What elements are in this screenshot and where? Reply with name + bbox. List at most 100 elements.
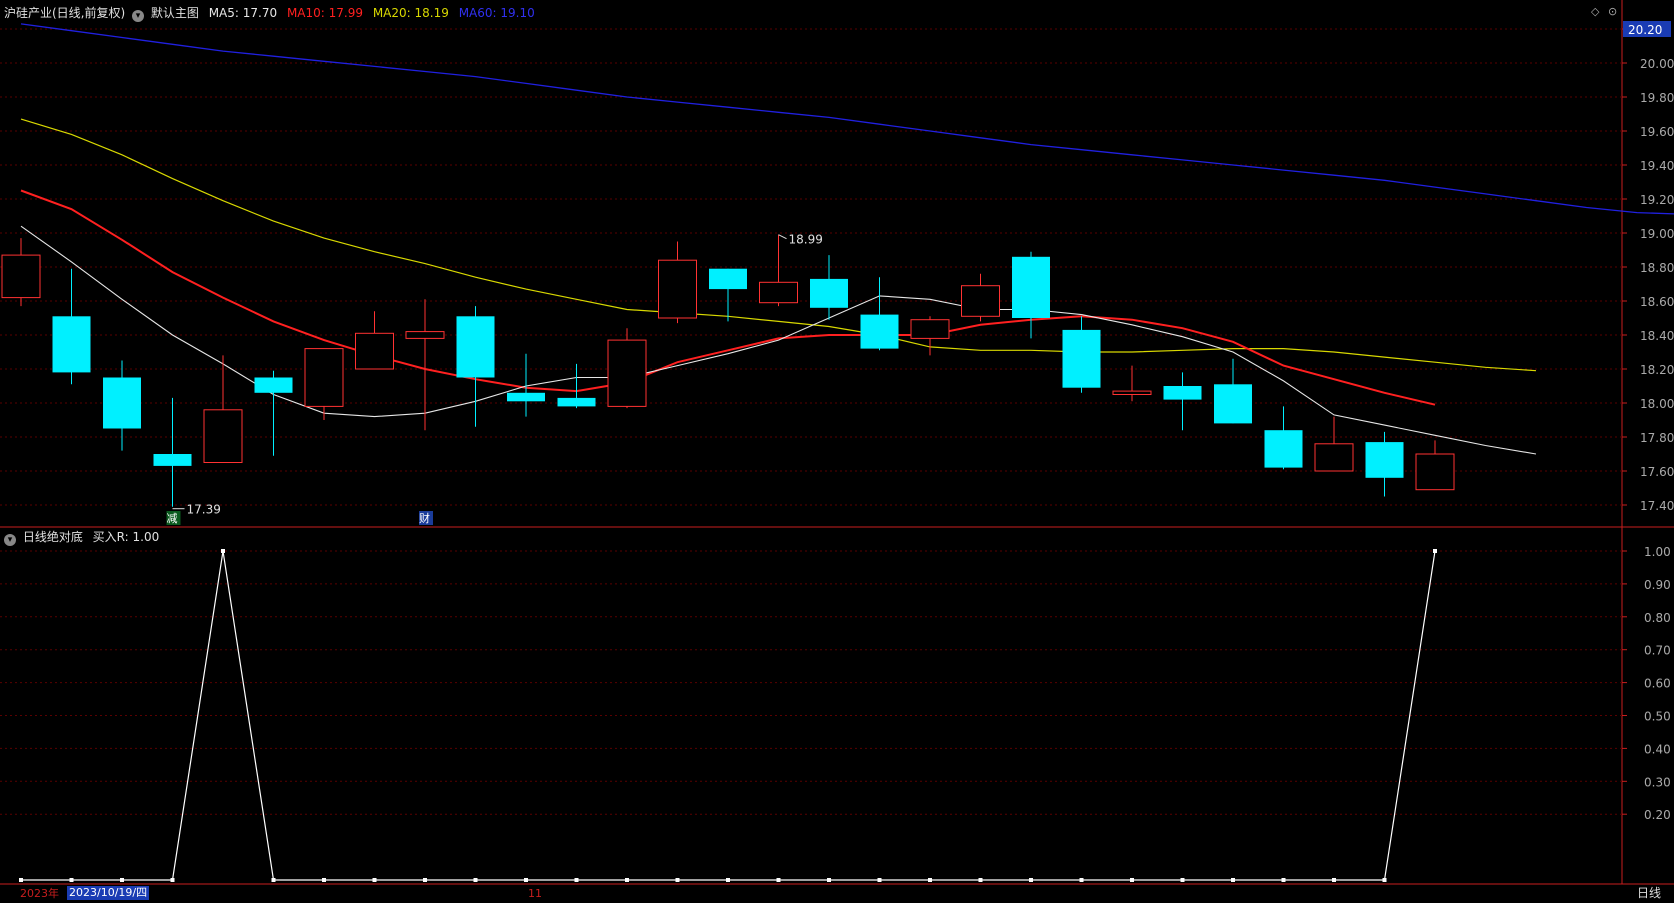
low-price-label: 17.39 [187, 503, 221, 517]
indicator-tick-label: 1.00 [1644, 545, 1671, 559]
price-tick-label: 18.20 [1640, 363, 1674, 377]
candle-body-down [456, 316, 495, 378]
candle-body-down [153, 454, 192, 466]
ma20-value: MA20: 18.19 [372, 6, 449, 20]
indicator-point [928, 878, 932, 882]
indicator-tick-label: 0.70 [1644, 644, 1671, 658]
chevron-down-icon[interactable]: ▾ [132, 10, 145, 22]
indicator-point [322, 878, 326, 882]
price-tick-label: 19.00 [1640, 227, 1674, 241]
ma60-line [20, 23, 1674, 215]
indicator-point [271, 878, 276, 882]
price-tick-label: 18.40 [1640, 329, 1674, 343]
high-price-label: 18.99 [789, 233, 823, 247]
candle-body-up [759, 281, 798, 304]
candle-body-down [1163, 386, 1202, 400]
indicator-point [120, 878, 124, 882]
indicator-tick-label: 0.20 [1644, 808, 1671, 822]
indicator-point [1433, 549, 1437, 553]
indicator-point [1382, 878, 1387, 882]
price-tick-label: 19.40 [1640, 159, 1674, 173]
indicator-point [1180, 878, 1185, 882]
candle-body-down [254, 377, 293, 393]
price-tick-label: 17.60 [1640, 465, 1674, 479]
indicator-point [978, 878, 983, 882]
price-tick-label: 18.80 [1640, 261, 1674, 275]
indicator-point [877, 878, 882, 882]
settings-diamond-icon[interactable]: ◇ [1591, 5, 1599, 18]
indicator-point [69, 878, 74, 882]
indicator-point [524, 878, 528, 882]
finance-marker: 财 [419, 511, 430, 525]
indicator-point [1079, 878, 1084, 882]
indicator-point [221, 549, 225, 553]
indicator-point [170, 878, 175, 882]
candle-body-up [203, 409, 243, 463]
candle-body-up [1415, 453, 1455, 491]
indicator-tick-label: 0.90 [1644, 578, 1671, 592]
candle-body-up [405, 331, 445, 339]
indicator-header: ▾ 日线绝对底 买入R: 1.00 [4, 530, 159, 546]
candle-body-up [1, 254, 41, 299]
candle-body-up [1112, 390, 1152, 396]
indicator-point [625, 878, 629, 882]
price-tick-label: 18.60 [1640, 295, 1674, 309]
price-tick-label: 18.00 [1640, 397, 1674, 411]
candle-body-down [1214, 384, 1252, 424]
indicator-point [827, 878, 831, 882]
indicator-point [473, 878, 478, 882]
main-chart-label[interactable]: 默认主图 [151, 6, 199, 20]
candle-body-down [1012, 256, 1050, 318]
candle-body-down [810, 278, 848, 308]
indicator-name[interactable]: 日线绝对底 [23, 530, 83, 544]
indicator-point [1231, 878, 1235, 882]
collapse-chevron-icon[interactable]: ⊙ [1608, 5, 1617, 18]
candle-body-down [103, 377, 141, 429]
ma10-value: MA10: 17.99 [286, 6, 363, 20]
candle-body-up [1314, 443, 1354, 472]
indicator-value: 买入R: 1.00 [92, 530, 160, 544]
candle-body-down [860, 314, 899, 349]
indicator-point [776, 878, 781, 882]
year-label: 2023年 [20, 887, 59, 900]
indicator-line [21, 550, 1436, 881]
price-tick-label: 20.00 [1640, 57, 1674, 71]
reduce-marker: 减 [167, 512, 178, 525]
candle-body-up [910, 319, 950, 339]
candle-body-down [1365, 442, 1404, 478]
main-chart-header: 沪硅产业(日线,前复权) ▾ 默认主图 MA5: 17.70 MA10: 17.… [4, 6, 535, 22]
period-label[interactable]: 日线 [1637, 886, 1661, 900]
candle-body-up [304, 348, 344, 407]
candle-body-up [355, 332, 394, 370]
price-tick-label: 19.60 [1640, 125, 1674, 139]
month-marker: 11 [528, 887, 542, 900]
indicator-point [372, 878, 377, 882]
candle-body-up [607, 339, 647, 407]
price-tick-label: 19.20 [1640, 193, 1674, 207]
indicator-tick-label: 0.40 [1644, 742, 1671, 756]
price-tick-label: 17.80 [1640, 431, 1674, 445]
indicator-point [1130, 878, 1134, 882]
indicator-point [1029, 878, 1033, 882]
candle-body-down [507, 392, 545, 402]
candle-body-down [1062, 329, 1101, 388]
indicator-tick-label: 0.60 [1644, 677, 1671, 691]
ma5-value: MA5: 17.70 [208, 6, 278, 20]
cursor-date-label: 2023/10/19/四 [67, 886, 150, 900]
indicator-tick-label: 0.30 [1644, 775, 1671, 789]
chart-canvas[interactable]: 20.20 20.00 19.80 19.60 19.40 19.20 19.00 18.80… [0, 0, 1674, 903]
indicator-point [726, 878, 730, 882]
indicator-point [423, 878, 427, 882]
candle-body-down [557, 397, 596, 407]
candle-body-up [658, 259, 697, 319]
candle-body-down [52, 316, 91, 373]
candle-body-down [1264, 430, 1303, 468]
indicator-point [1332, 878, 1336, 882]
indicator-chevron-icon[interactable]: ▾ [4, 534, 16, 546]
indicator-tick-label: 0.50 [1644, 710, 1671, 724]
candle-body-down [709, 268, 747, 290]
ma60-value: MA60: 19.10 [458, 6, 535, 20]
price-tick-label: 19.80 [1640, 91, 1674, 105]
stock-title: 沪硅产业(日线,前复权) [4, 6, 126, 20]
price-tick-label: 20.20 [1628, 23, 1662, 37]
